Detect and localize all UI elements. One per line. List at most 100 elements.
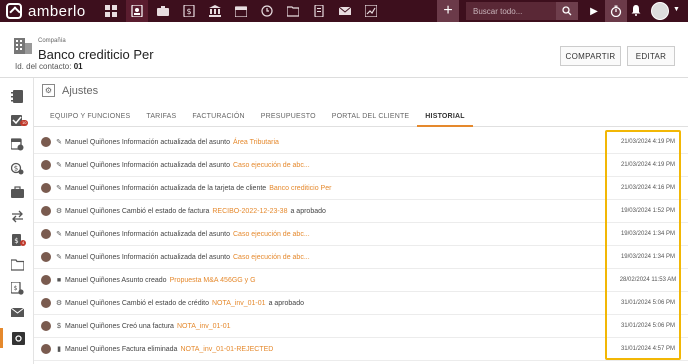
user-avatar[interactable]	[651, 2, 669, 20]
svg-text:$: $	[13, 164, 17, 172]
history-link[interactable]: Caso ejecución de abc...	[233, 231, 310, 238]
history-link[interactable]: Propuesta M&A 456GG y G	[170, 277, 256, 284]
history-date: 28/02/2024 11:53 AM	[619, 277, 677, 283]
mail-icon	[10, 307, 24, 317]
amberlo-logo-icon	[6, 3, 22, 19]
history-link[interactable]: Caso ejecución de abc...	[233, 254, 310, 261]
sidebar-item-settings[interactable]	[0, 328, 34, 348]
history-date: 21/03/2024 4:19 PM	[620, 139, 676, 145]
calendar-icon[interactable]	[230, 0, 252, 22]
history-text: Manuel Quiñones Cambió el estado de fact…	[65, 207, 210, 215]
panel-header: ⚙ Ajustes	[42, 84, 98, 97]
payment-clock-icon: $	[10, 281, 24, 295]
history-row: ✎ Manuel Quiñones Información actualizada…	[34, 154, 688, 177]
history-row: ✎ Manuel Quiñones Información actualizada…	[34, 177, 688, 200]
settings-tabs: EQUIPO Y FUNCIONES TARIFAS FACTURACIÓN P…	[34, 106, 688, 127]
contacts-icon[interactable]	[126, 0, 148, 22]
calendar-clock-icon	[10, 137, 23, 150]
contact-header: Compañía Banco crediticio Per Id. del co…	[0, 22, 688, 78]
history-text: Manuel Quiñones Información actualizada …	[65, 161, 230, 169]
svg-text:$: $	[13, 285, 17, 292]
history-text: Manuel Quiñones Creó una factura	[65, 322, 174, 330]
history-date: 31/01/2024 5:06 PM	[620, 300, 676, 306]
sidebar-item-notebook[interactable]	[0, 86, 34, 106]
contact-id-value: 01	[73, 62, 83, 71]
sidebar-item-calendar[interactable]	[0, 134, 34, 154]
user-avatar	[41, 275, 51, 285]
user-avatar	[41, 344, 51, 354]
history-link[interactable]: NOTA_inv_01-01	[177, 323, 231, 330]
dollar-icon: $	[57, 322, 61, 330]
matters-briefcase-icon[interactable]	[152, 0, 174, 22]
pencil-icon: ✎	[56, 254, 62, 261]
search-placeholder: Buscar todo...	[473, 6, 523, 16]
search-icon[interactable]	[556, 2, 578, 20]
billing-dollar-icon[interactable]: $	[178, 0, 200, 22]
notifications-bell-icon[interactable]	[630, 4, 644, 18]
tab-equipo-y-funciones[interactable]: EQUIPO Y FUNCIONES	[42, 106, 138, 127]
amberlo-logo[interactable]: amberlo	[6, 3, 96, 20]
tab-tarifas[interactable]: TARIFAS	[138, 106, 184, 127]
tab-presupuesto[interactable]: PRESUPUESTO	[253, 106, 324, 127]
folder-icon[interactable]	[282, 0, 304, 22]
sidebar-item-folders[interactable]	[0, 254, 34, 274]
tab-historial[interactable]: HISTORIAL	[417, 106, 473, 127]
global-search-input[interactable]: Buscar todo...	[466, 2, 578, 20]
history-text: Manuel Quiñones Información actualizada …	[65, 184, 267, 192]
contact-id: Id. del contacto: 01	[15, 62, 83, 71]
sidebar-item-mail[interactable]	[0, 302, 34, 322]
sidebar-item-payments[interactable]: $	[0, 278, 34, 298]
mail-icon[interactable]	[334, 0, 356, 22]
user-avatar	[41, 229, 51, 239]
bank-icon[interactable]	[204, 0, 226, 22]
tab-facturacion[interactable]: FACTURACIÓN	[184, 106, 252, 127]
sidebar-item-matters[interactable]	[0, 182, 34, 202]
add-new-plus-icon[interactable]: +	[437, 0, 459, 22]
history-row: ■ Manuel Quiñones Asunto creado Propuesta …	[34, 269, 688, 292]
user-avatar	[41, 321, 51, 331]
tasks-badge: 10	[20, 120, 29, 126]
history-link[interactable]: NOTA_inv_01-01-REJECTED	[180, 346, 273, 353]
page-title: Banco crediticio Per	[38, 47, 154, 62]
contact-sidebar: 10 $ $4 $	[0, 78, 34, 364]
svg-text:$: $	[14, 237, 18, 245]
dashboard-icon[interactable]	[100, 0, 122, 22]
stopwatch-icon[interactable]	[605, 0, 627, 22]
sidebar-item-tasks[interactable]: 10	[0, 110, 34, 130]
history-link[interactable]: NOTA_inv_01-01	[212, 300, 266, 307]
history-row: ✎ Manuel Quiñones Información actualizada…	[34, 246, 688, 269]
tab-portal-del-cliente[interactable]: PORTAL DEL CLIENTE	[324, 106, 418, 127]
history-date: 19/03/2024 1:52 PM	[620, 208, 676, 214]
share-button[interactable]: COMPARTIR	[560, 46, 621, 66]
documents-icon[interactable]	[308, 0, 330, 22]
history-date: 31/01/2024 4:57 PM	[620, 346, 676, 352]
sidebar-item-invoices[interactable]: $4	[0, 230, 34, 250]
transfer-arrows-icon	[11, 210, 23, 222]
main-nav-icons: $	[100, 0, 386, 22]
building-icon	[14, 38, 32, 54]
edit-button[interactable]: EDITAR	[627, 46, 675, 66]
history-text: Manuel Quiñones Información actualizada …	[65, 230, 230, 238]
dollar-clock-icon: $	[10, 162, 23, 174]
history-row: ✎ Manuel Quiñones Información actualizada…	[34, 131, 688, 154]
history-link[interactable]: Caso ejecución de abc...	[233, 162, 310, 169]
invoices-badge: 4	[20, 240, 27, 246]
reports-chart-icon[interactable]	[360, 0, 382, 22]
history-link[interactable]: RECIBO-2022-12-23-38	[212, 208, 287, 215]
history-text: Manuel Quiñones Cambió el estado de créd…	[65, 299, 209, 307]
chevron-down-icon[interactable]: ▼	[673, 6, 680, 13]
history-row: ▮ Manuel Quiñones Factura eliminada NOTA_i…	[34, 338, 688, 361]
pencil-icon: ✎	[56, 162, 62, 169]
time-history-icon[interactable]	[256, 0, 278, 22]
notebook-icon	[10, 89, 23, 103]
app-name: amberlo	[28, 2, 86, 20]
history-link[interactable]: Área Tributaria	[233, 139, 279, 146]
sidebar-item-billing-time[interactable]: $	[0, 158, 34, 178]
folder-icon	[10, 258, 24, 271]
history-link[interactable]: Banco crediticio Per	[269, 185, 331, 192]
sidebar-item-transfers[interactable]	[0, 206, 34, 226]
user-avatar	[41, 206, 51, 216]
history-text: Manuel Quiñones Factura eliminada	[65, 345, 178, 353]
play-timer-icon[interactable]: ▶	[585, 2, 603, 20]
settings-panel: ⚙ Ajustes EQUIPO Y FUNCIONES TARIFAS FAC…	[34, 78, 688, 364]
